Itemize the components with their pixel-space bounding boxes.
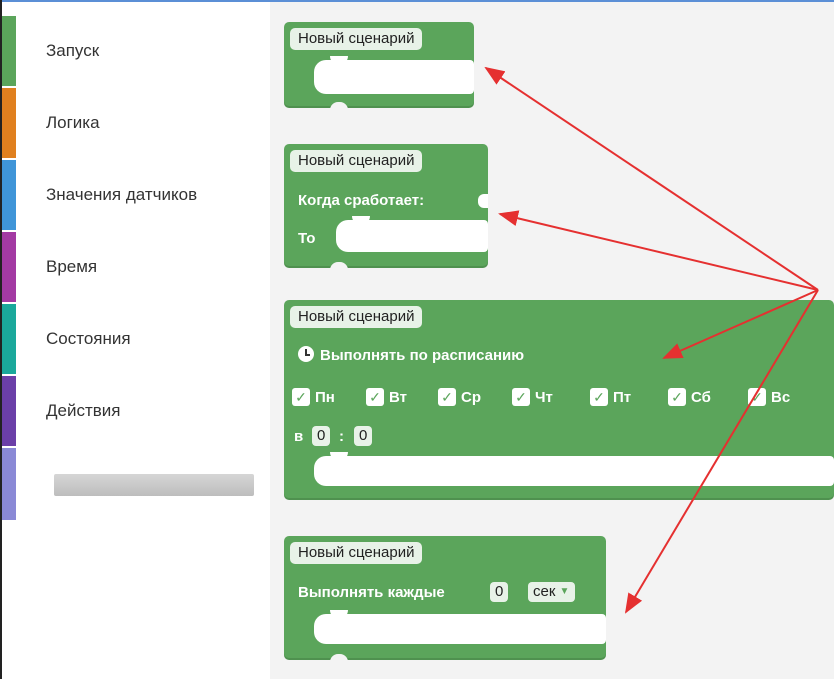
arrow-to-block-4 <box>624 289 819 614</box>
arrow-to-block-2 <box>498 210 819 291</box>
arrow-to-block-3 <box>662 289 819 359</box>
annotation-arrows <box>484 66 819 614</box>
arrow-to-block-1 <box>484 66 819 291</box>
